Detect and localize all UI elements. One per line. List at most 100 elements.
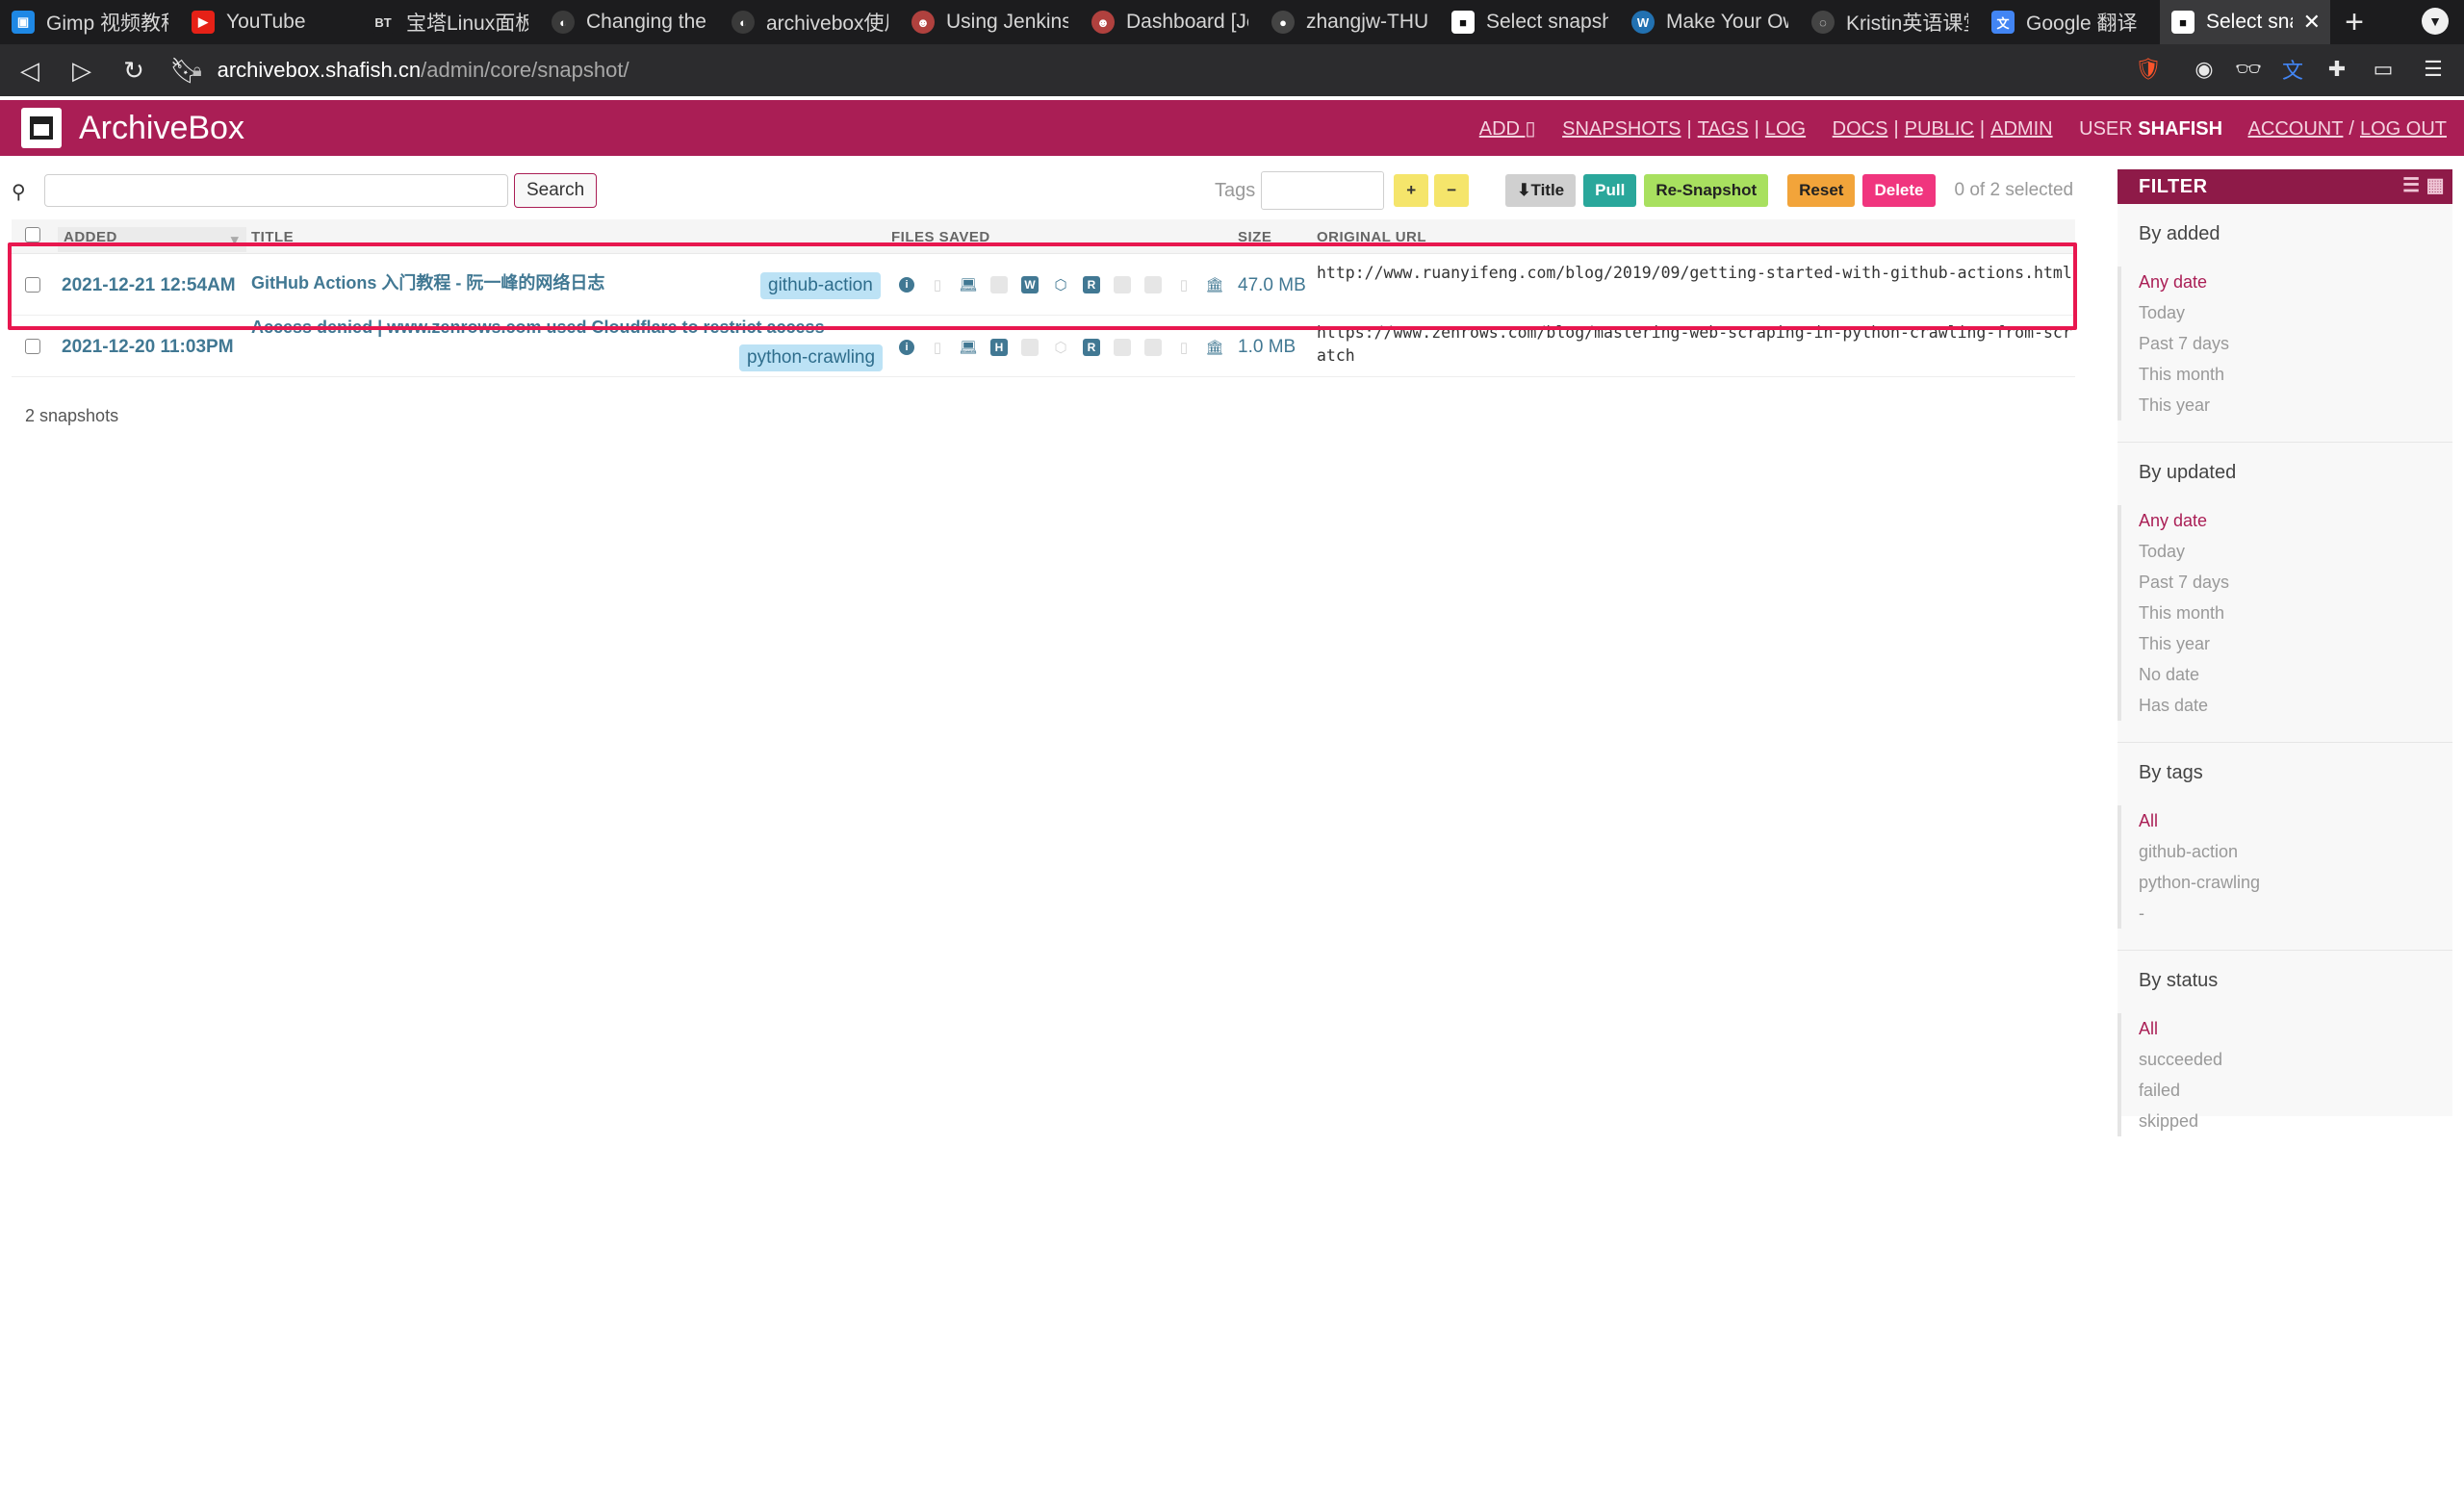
row-size[interactable]: 1.0 MB (1238, 337, 1296, 358)
row-size[interactable]: 47.0 MB (1238, 275, 1306, 296)
readability-icon[interactable]: R (1076, 337, 1107, 358)
screenshot-icon[interactable]: 💻︎ (953, 274, 984, 295)
new-tab-button[interactable]: + (2330, 0, 2378, 44)
reload-icon[interactable]: ↻ (112, 48, 156, 92)
nav-docs[interactable]: DOCS (1833, 118, 1888, 140)
row-added-date[interactable]: 2021-12-21 12:54AM (62, 275, 236, 296)
column-size[interactable]: SIZE (1238, 229, 1271, 245)
media-icon[interactable]: M (1107, 337, 1138, 358)
nav-log[interactable]: LOG (1765, 118, 1806, 140)
filter-option[interactable]: This month (2121, 598, 2452, 628)
wikipedia-icon[interactable]: W (1014, 337, 1045, 358)
column-url[interactable]: ORIGINAL URL (1317, 229, 1426, 245)
spy-extension-icon[interactable]: 👓︎ (2231, 52, 2266, 87)
brave-shield-icon[interactable]: 🛡︎ (2131, 52, 2166, 87)
tags-input[interactable] (1261, 171, 1385, 210)
filter-option[interactable]: failed (2121, 1075, 2452, 1106)
row-tag[interactable]: python-crawling (739, 344, 884, 371)
tab-youtube[interactable]: ▶ YouTube (180, 0, 360, 44)
nav-tags[interactable]: TAGS (1698, 118, 1749, 140)
archive-box-icon[interactable]: ⬡ (1045, 274, 1076, 295)
extension-icon[interactable]: ◉ (2187, 52, 2221, 87)
tab-dashboard[interactable]: ☻ Dashboard [Je (1080, 0, 1260, 44)
reset-button[interactable]: Reset (1787, 174, 1856, 207)
info-icon[interactable]: i (891, 337, 922, 358)
update-title-button[interactable]: ⬇Title (1505, 174, 1577, 207)
tab-menu-chevron-icon[interactable]: ▼ (2422, 8, 2449, 35)
tab-kristin[interactable]: ◌ Kristin英语课堂 (1800, 0, 1980, 44)
filter-option[interactable]: Today (2121, 536, 2452, 567)
puzzle-icon[interactable]: ✚ (2320, 52, 2354, 87)
filter-option[interactable]: Any date (2121, 267, 2452, 297)
git-icon[interactable]: G (1138, 337, 1168, 358)
readability-icon[interactable]: R (1076, 274, 1107, 295)
html-icon[interactable]: H (984, 337, 1014, 358)
row-original-url[interactable]: https://www.zenrows.com/blog/mastering-w… (1317, 321, 2073, 368)
back-icon[interactable]: ◁ (8, 48, 52, 92)
wget-icon[interactable]: ▯ (922, 274, 953, 295)
wallet-icon[interactable]: ▭ (2366, 52, 2400, 87)
filter-option[interactable]: python-crawling (2121, 867, 2452, 898)
row-tag[interactable]: github-action (760, 272, 881, 299)
filter-option[interactable]: skipped (2121, 1106, 2452, 1136)
search-button[interactable]: Search (514, 173, 598, 208)
filter-option[interactable]: This month (2121, 359, 2452, 390)
filter-option[interactable]: github-action (2121, 836, 2452, 867)
filter-option[interactable]: No date (2121, 659, 2452, 690)
filter-option[interactable]: Today (2121, 297, 2452, 328)
info-icon[interactable]: i (891, 274, 922, 295)
tab-wordpress[interactable]: W Make Your Ow (1620, 0, 1800, 44)
column-files[interactable]: FILES SAVED (891, 229, 990, 245)
menu-icon[interactable]: ☰ (2416, 52, 2451, 87)
file-icon[interactable]: ▯ (1168, 274, 1199, 295)
delete-button[interactable]: Delete (1862, 174, 1936, 207)
tab-select-snapshot[interactable]: ■ Select snapsho (1440, 0, 1620, 44)
address-bar[interactable]: 🔒︎ archivebox.shafish.cn/admin/core/snap… (192, 49, 2118, 91)
tab-baota[interactable]: BT 宝塔Linux面板 (360, 0, 540, 44)
pdf-icon[interactable]: P (984, 274, 1014, 295)
translate-extension-icon[interactable]: 文 (2275, 52, 2310, 87)
close-icon[interactable]: ✕ (2303, 10, 2321, 35)
add-tag-button[interactable]: + (1394, 174, 1429, 207)
screenshot-icon[interactable]: 💻︎ (953, 337, 984, 358)
forward-icon[interactable]: ▷ (60, 48, 104, 92)
nav-public[interactable]: PUBLIC (1905, 118, 1974, 140)
filter-option[interactable]: Past 7 days (2121, 328, 2452, 359)
column-title[interactable]: TITLE (251, 229, 294, 245)
archive-box-icon[interactable]: ⬡ (1045, 337, 1076, 358)
filter-option[interactable]: succeeded (2121, 1044, 2452, 1075)
tab-google-translate[interactable]: 文 Google 翻译 (1980, 0, 2160, 44)
archive-org-icon[interactable]: 🏛︎ (1199, 337, 1230, 358)
tab-changing[interactable]: ◐ Changing the (540, 0, 720, 44)
row-title[interactable]: GitHub Actions 入门教程 - 阮一峰的网络日志 (251, 269, 604, 294)
archive-org-icon[interactable]: 🏛︎ (1199, 274, 1230, 295)
row-checkbox[interactable] (25, 339, 40, 354)
filter-view-icons[interactable]: ☰ ▦ (2402, 173, 2445, 197)
row-original-url[interactable]: http://www.ruanyifeng.com/blog/2019/09/g… (1317, 262, 2073, 285)
wikipedia-icon[interactable]: W (1014, 274, 1045, 295)
remove-tag-button[interactable]: − (1434, 174, 1470, 207)
row-checkbox[interactable] (25, 277, 40, 293)
pull-button[interactable]: Pull (1583, 174, 1637, 207)
tab-select-snapshot-active[interactable]: ■ Select snap ✕ (2160, 0, 2330, 44)
app-title[interactable]: ArchiveBox (79, 110, 244, 147)
row-added-date[interactable]: 2021-12-20 11:03PM (62, 337, 234, 358)
tab-gimp[interactable]: ▣ Gimp 视频教程 (0, 0, 180, 44)
filter-option[interactable]: This year (2121, 628, 2452, 659)
resnapshot-button[interactable]: Re-Snapshot (1644, 174, 1769, 207)
tab-archivebox-usage[interactable]: ◐ archivebox使用 (720, 0, 900, 44)
column-added[interactable]: ADDED ▾ (58, 227, 246, 252)
row-title[interactable]: Access denied | www.zenrows.com used Clo… (251, 318, 825, 338)
tab-github[interactable]: ● zhangjw-THU/ (1260, 0, 1440, 44)
nav-add[interactable]: ADD ▯ (1479, 118, 1536, 140)
search-input[interactable] (44, 174, 508, 207)
nav-snapshots[interactable]: SNAPSHOTS (1562, 118, 1681, 140)
filter-option[interactable]: Past 7 days (2121, 567, 2452, 598)
nav-logout[interactable]: LOG OUT (2360, 118, 2447, 140)
filter-option[interactable]: Has date (2121, 690, 2452, 721)
archivebox-logo[interactable] (21, 108, 62, 148)
filter-option[interactable]: - (2121, 898, 2452, 929)
media-icon[interactable]: M (1107, 274, 1138, 295)
nav-admin[interactable]: ADMIN (1990, 118, 2052, 140)
file-icon[interactable]: ▯ (1168, 337, 1199, 358)
